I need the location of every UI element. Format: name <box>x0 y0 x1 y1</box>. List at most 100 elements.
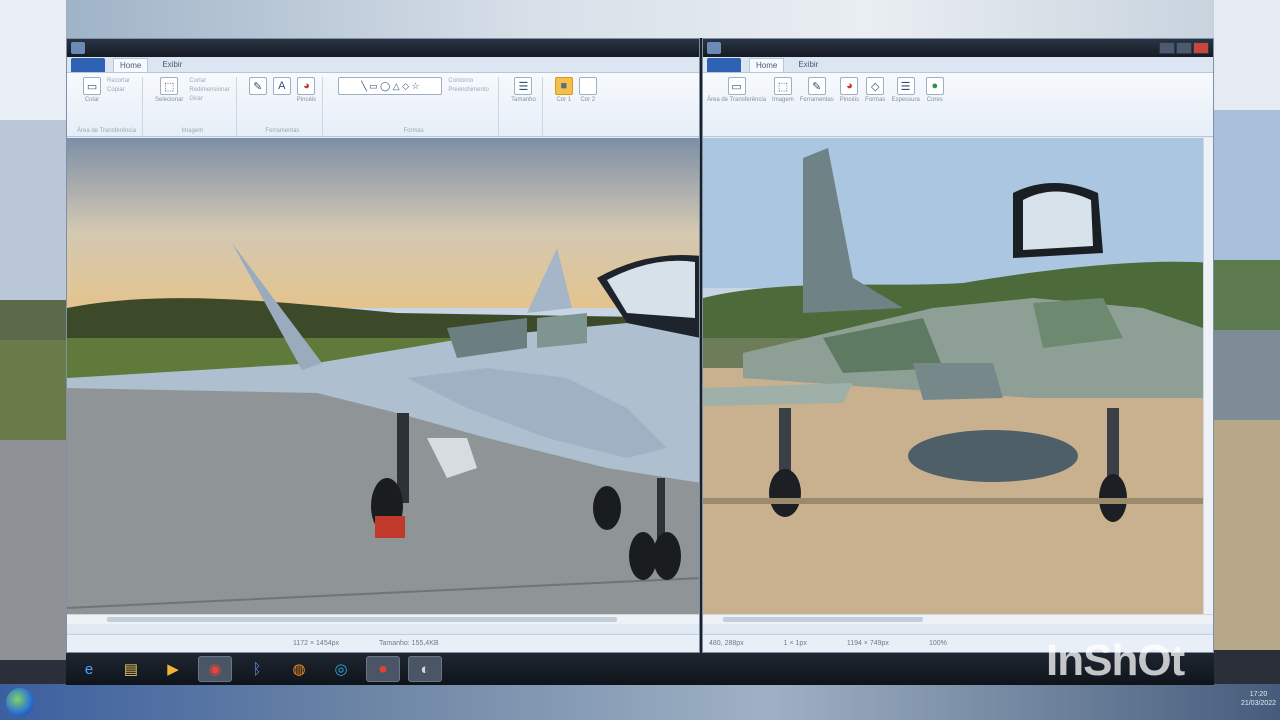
paint-window-left[interactable]: Home Exibir ▭ Colar Recortar Copiar Área … <box>66 38 700 653</box>
color2-button[interactable]: Cor 2 <box>578 77 597 103</box>
paint-app-icon <box>707 42 721 54</box>
maximize-button[interactable] <box>1176 42 1192 54</box>
drawing-canvas[interactable] <box>703 138 1213 624</box>
pencil-tool[interactable]: ✎ <box>248 77 267 95</box>
image-button[interactable]: ⬚ Imagem <box>772 77 794 136</box>
tools-button[interactable]: ✎ Ferramentas <box>800 77 834 136</box>
title-bar[interactable] <box>703 39 1213 57</box>
image-group: ⬚ Selecionar Cortar Redimensionar Girar I… <box>149 77 237 136</box>
tab-home[interactable]: Home <box>749 58 785 72</box>
start-button[interactable] <box>6 688 34 716</box>
horizontal-scrollbar[interactable] <box>67 614 699 624</box>
clipboard-icon: ▭ <box>727 77 746 95</box>
firefox-icon[interactable]: ◍ <box>282 656 316 682</box>
resize-button[interactable]: Redimensionar <box>189 86 229 95</box>
shapes-group: ╲ ▭ ◯ △ ◇ ☆ Contorno Preenchimento Forma… <box>329 77 500 136</box>
file-menu-button[interactable] <box>707 58 741 72</box>
colors-group: ■ Cor 1 Cor 2 <box>549 77 603 136</box>
clock-date: 21/03/2022 <box>1240 700 1276 707</box>
su-57-jet-photo <box>67 138 699 624</box>
ribbon-tabs: Home Exibir <box>67 57 699 73</box>
cut-button[interactable]: Recortar <box>107 77 130 86</box>
select-button[interactable]: ⬚ Selecionar <box>155 77 183 103</box>
screen-recorder-icon[interactable]: ⏺ <box>366 656 400 682</box>
tools-group: ✎ A ◕ Pincéis Ferramentas <box>243 77 324 136</box>
drawing-canvas[interactable] <box>67 138 699 624</box>
tab-view[interactable]: Exibir <box>156 58 188 72</box>
crop-button[interactable]: Cortar <box>189 77 229 86</box>
media-player-icon[interactable]: ▶ <box>156 656 190 682</box>
scroll-thumb[interactable] <box>723 617 923 622</box>
ie-icon[interactable]: e <box>72 656 106 682</box>
chrome-icon[interactable]: ◉ <box>198 656 232 682</box>
vertical-scrollbar[interactable] <box>1203 138 1213 614</box>
colors-label: Cores <box>926 97 943 103</box>
brushes-button[interactable]: ◕ Pincéis <box>297 77 316 103</box>
status-dimensions: 1172 × 1454px <box>293 640 339 647</box>
size-button[interactable]: ☰ Espessura <box>891 77 920 136</box>
clipboard-button[interactable]: ▭ Área de Transferência <box>707 77 766 136</box>
color1-swatch: ■ <box>554 77 573 95</box>
rotate-button[interactable]: Girar <box>189 95 229 104</box>
ribbon-tabs: Home Exibir <box>703 57 1213 73</box>
size-label: Espessura <box>891 97 920 103</box>
size-label: Tamanho <box>511 97 536 103</box>
size-button[interactable]: ☰ Tamanho <box>511 77 536 103</box>
system-clock[interactable]: 17:20 21/03/2022 <box>1241 690 1276 708</box>
edge-icon[interactable]: ◎ <box>324 656 358 682</box>
text-tool[interactable]: A <box>272 77 291 95</box>
brushes-label: Pincéis <box>296 97 317 103</box>
folder-icon[interactable]: ▤ <box>114 656 148 682</box>
paint-window-right[interactable]: Home Exibir ▭ Área de Transferência ⬚ Imag… <box>702 38 1214 653</box>
pencil-icon: ✎ <box>248 77 267 95</box>
background-top-echo <box>66 0 1214 38</box>
horizontal-scrollbar[interactable] <box>703 614 1213 624</box>
taskbar: e ▤ ▶ ◉ ᛒ ◍ ◎ ⏺ ◐ <box>66 653 1214 685</box>
colors-button[interactable]: ● Cores <box>925 77 944 136</box>
title-bar[interactable] <box>67 39 699 57</box>
paste-icon: ▭ <box>83 77 102 95</box>
bluetooth-icon[interactable]: ᛒ <box>240 656 274 682</box>
color1-label: Cor 1 <box>556 97 572 103</box>
brush-icon: ◕ <box>297 77 316 95</box>
color1-button[interactable]: ■ Cor 1 <box>554 77 573 103</box>
paste-label: Colar <box>84 97 100 103</box>
image-icon: ⬚ <box>773 77 792 95</box>
ribbon: ▭ Área de Transferência ⬚ Imagem ✎ Ferramen… <box>703 73 1213 137</box>
clipboard-group-label: Área de Transferência <box>77 128 137 134</box>
paint-icon[interactable]: ◐ <box>408 656 442 682</box>
shapes-button[interactable]: ◇ Formas <box>865 77 885 136</box>
image-group-label: Imagem <box>181 128 204 134</box>
scroll-thumb[interactable] <box>107 617 617 622</box>
clipboard-group: ▭ Colar Recortar Copiar Área de Transferê… <box>71 77 144 136</box>
shapes-gallery[interactable]: ╲ ▭ ◯ △ ◇ ☆ <box>338 77 443 95</box>
status-zoom[interactable]: 100% <box>929 640 947 647</box>
shapes-icon: ╲ ▭ ◯ △ ◇ ☆ <box>338 77 443 95</box>
fill-button[interactable]: Preenchimento <box>448 86 488 95</box>
color2-swatch <box>578 77 597 95</box>
tools-group-label: Ferramentas <box>265 128 300 134</box>
clipboard-label: Área de Transferência <box>707 97 767 103</box>
status-file-size: Tamanho: 155,4KB <box>379 640 439 647</box>
color2-label: Cor 2 <box>580 97 596 103</box>
copy-button[interactable]: Copiar <box>107 86 130 95</box>
outline-button[interactable]: Contorno <box>448 77 488 86</box>
paint-app-icon <box>71 42 85 54</box>
status-bar: 1172 × 1454px Tamanho: 155,4KB <box>67 634 699 652</box>
tab-home[interactable]: Home <box>113 58 149 72</box>
background-bottom-echo <box>0 684 1280 720</box>
brush-icon: ◕ <box>840 77 859 95</box>
close-button[interactable] <box>1193 42 1209 54</box>
brushes-button[interactable]: ◕ Pincéis <box>840 77 859 136</box>
shapes-icon: ◇ <box>866 77 885 95</box>
tools-icon: ✎ <box>807 77 826 95</box>
file-menu-button[interactable] <box>71 58 105 72</box>
minimize-button[interactable] <box>1159 42 1175 54</box>
image-label: Imagem <box>772 97 794 103</box>
paste-button[interactable]: ▭ Colar <box>83 77 102 103</box>
text-icon: A <box>272 77 291 95</box>
status-selection: 1 × 1px <box>783 640 807 647</box>
window-controls <box>1159 42 1209 54</box>
background-right-echo <box>1214 0 1280 720</box>
tab-view[interactable]: Exibir <box>792 58 824 72</box>
